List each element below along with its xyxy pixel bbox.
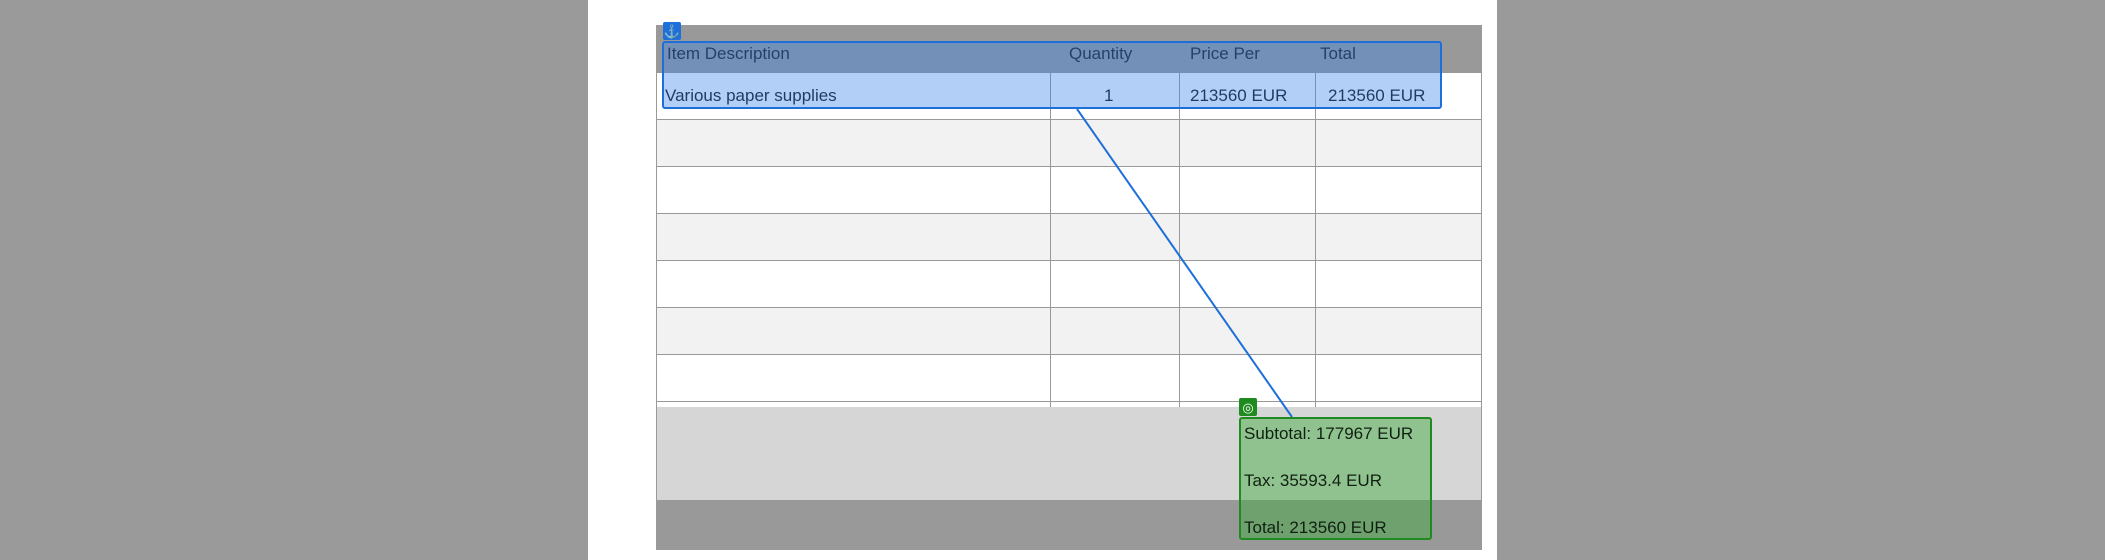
- summary-subtotal: Subtotal: 177967 EUR: [1244, 424, 1414, 443]
- connector-line: [1076, 108, 1293, 418]
- target-icon[interactable]: ◎: [1239, 398, 1257, 416]
- summary-total: Total: 213560 EUR: [1244, 518, 1387, 537]
- anchor-icon[interactable]: ⚓: [663, 22, 681, 40]
- summary-tax: Tax: 35593.4 EUR: [1244, 471, 1382, 490]
- anchor-selection-box[interactable]: [662, 41, 1442, 109]
- target-selection-box[interactable]: Subtotal: 177967 EUR Tax: 35593.4 EUR To…: [1239, 417, 1432, 540]
